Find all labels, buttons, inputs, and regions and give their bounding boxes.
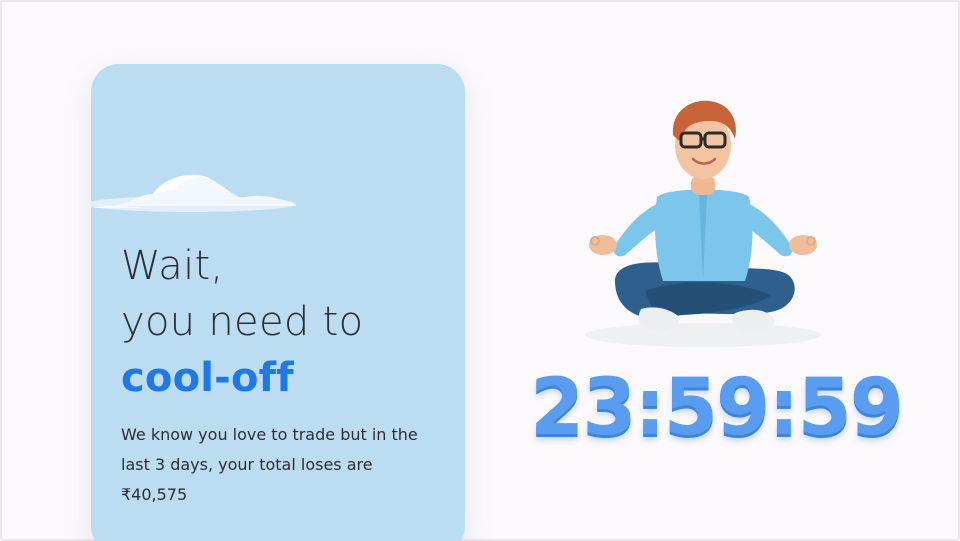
headline-line-2: you need to — [121, 299, 364, 345]
headline-line-1: Wait, — [121, 243, 224, 289]
headline-accent: cool-off — [121, 355, 294, 401]
cloud-decoration — [91, 174, 296, 212]
loss-description: We know you love to trade but in the las… — [121, 425, 418, 504]
cool-off-timer: 23:59:59 — [530, 363, 904, 453]
headline: Wait, you need to cool-off — [121, 238, 363, 406]
meditating-man-illustration — [585, 100, 821, 347]
cool-off-card: Wait, you need to cool-off We know you l… — [91, 64, 465, 541]
